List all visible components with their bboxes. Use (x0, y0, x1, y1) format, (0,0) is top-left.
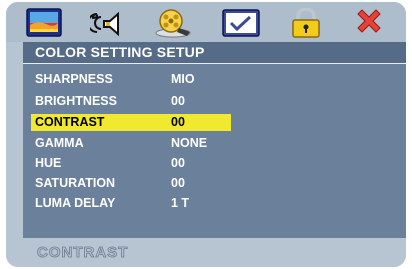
lock-icon[interactable] (290, 8, 322, 38)
menu-item-label: GAMMA (35, 136, 84, 150)
menu-item-label: LUMA DELAY (35, 196, 116, 210)
menu-item-value: 00 (171, 176, 185, 190)
menu-item-luma-delay[interactable]: LUMA DELAY 1 T (31, 195, 231, 212)
menu-item-label: SHARPNESS (35, 72, 113, 86)
menu-item-hue[interactable]: HUE 00 (31, 155, 231, 172)
menu-item-saturation[interactable]: SATURATION 00 (31, 175, 231, 192)
menu-item-contrast[interactable]: CONTRAST 00 (31, 114, 231, 131)
audio-speaker-icon[interactable] (90, 8, 126, 38)
menu-item-gamma[interactable]: GAMMA NONE (31, 135, 231, 152)
menu-item-value: NONE (171, 136, 208, 150)
menu-item-value: 1 T (171, 196, 190, 210)
picture-setting-icon[interactable] (26, 8, 62, 38)
menu-title: COLOR SETTING SETUP (35, 44, 205, 60)
menu-item-label: BRIGHTNESS (35, 94, 117, 108)
setup-menu-panel: COLOR SETTING SETUP SHARPNESS MIO BRIGHT… (6, 2, 406, 267)
video-reel-icon[interactable] (153, 8, 193, 38)
menu-item-label: SATURATION (35, 176, 116, 190)
menu-item-value: 00 (171, 115, 185, 129)
menu-item-value: 00 (171, 156, 185, 170)
menu-item-label: CONTRAST (35, 115, 105, 129)
color-setting-menu: COLOR SETTING SETUP SHARPNESS MIO BRIGHT… (23, 42, 406, 238)
category-icon-bar (6, 2, 406, 42)
menu-item-sharpness[interactable]: SHARPNESS MIO (31, 71, 231, 88)
menu-item-value: MIO (171, 72, 195, 86)
menu-item-label: HUE (35, 156, 62, 170)
menu-item-value: 00 (171, 94, 185, 108)
status-bar: CONTRAST (6, 238, 406, 267)
menu-item-brightness[interactable]: BRIGHTNESS 00 (31, 93, 231, 110)
exit-x-icon[interactable] (354, 8, 384, 38)
preference-check-icon[interactable] (222, 8, 260, 38)
status-text: CONTRAST (37, 244, 129, 262)
menu-header: COLOR SETTING SETUP (23, 42, 406, 64)
